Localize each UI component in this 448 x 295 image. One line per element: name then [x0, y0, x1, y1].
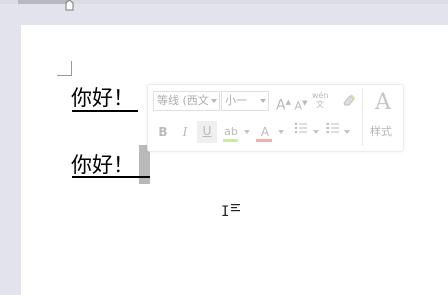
chevron-down-icon[interactable] [278, 130, 284, 134]
styles-button[interactable]: 样式 [366, 122, 396, 142]
font-color-bar [256, 139, 272, 142]
chevron-down-icon[interactable] [344, 130, 350, 134]
paragraph-1[interactable]: 你好！ [71, 85, 134, 111]
margin-corner-mark [57, 61, 72, 76]
shrink-font-icon: A [294, 99, 303, 113]
numbered-list-button[interactable] [324, 122, 342, 142]
paragraph-2[interactable]: 你好！ [71, 152, 134, 178]
font-size-value: 小一 [225, 94, 247, 107]
font-name-select[interactable]: 等线 (西文 [153, 91, 220, 111]
floating-format-toolbar: 等线 (西文 小一 A▲ A▼ wén 文 A 样式 B I U ab A [147, 84, 404, 152]
font-name-value: 等线 (西文 [157, 94, 209, 107]
arrow-down-icon: ▼ [302, 99, 308, 107]
chevron-down-icon[interactable] [244, 130, 250, 134]
numbered-list-icon [326, 123, 339, 133]
highlight-color-bar [223, 139, 238, 142]
indent-marker-icon[interactable] [65, 0, 74, 11]
font-size-select[interactable]: 小一 [221, 91, 269, 111]
ruler-margin-strip [18, 0, 70, 4]
click-and-type-icon [231, 204, 240, 212]
eraser-icon [343, 94, 355, 106]
horizontal-ruler[interactable] [0, 0, 448, 11]
toolbar-separator [362, 88, 363, 146]
bullet-list-icon [294, 122, 307, 134]
paragraph-2-underline [72, 176, 150, 178]
chevron-down-icon[interactable] [313, 130, 319, 134]
shrink-font-button[interactable]: A▼ [294, 93, 308, 117]
grow-font-button[interactable]: A▲ [276, 92, 291, 116]
chevron-down-icon [211, 99, 217, 103]
bold-button[interactable]: B [156, 122, 170, 142]
chevron-down-icon [260, 99, 266, 103]
clear-format-button[interactable] [341, 93, 357, 113]
underline-button[interactable]: U [197, 121, 217, 143]
arrow-up-icon: ▲ [285, 98, 291, 106]
paragraph-1-underline [72, 110, 138, 112]
styles-icon[interactable]: A [368, 88, 398, 118]
grow-font-icon: A [276, 97, 286, 114]
bullet-list-button[interactable] [292, 122, 310, 142]
text-cursor-icon: I [221, 204, 230, 220]
phonetic-guide-button[interactable]: wén 文 [312, 91, 329, 109]
italic-button[interactable]: I [178, 122, 192, 142]
